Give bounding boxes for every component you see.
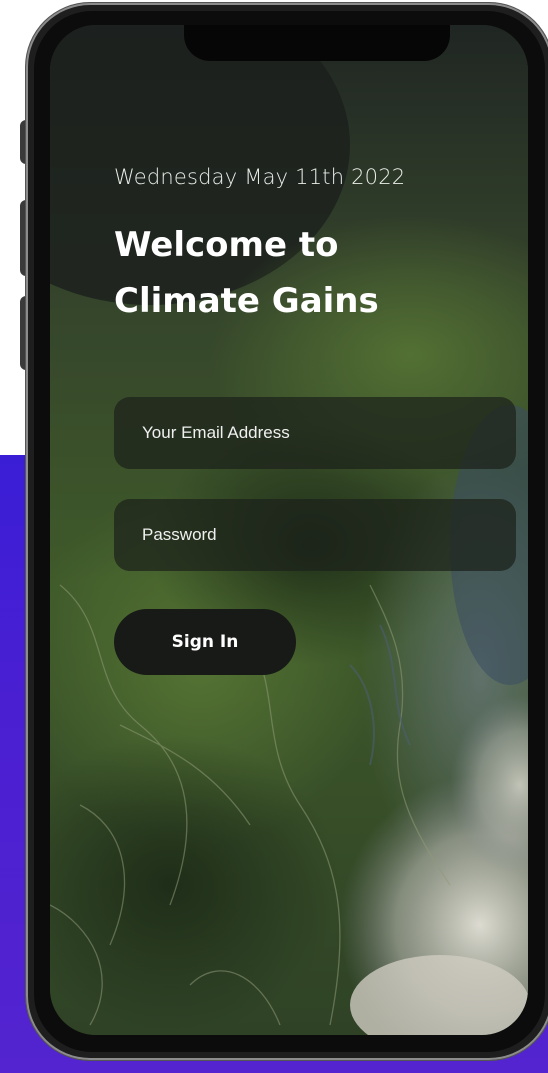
email-placeholder: Your Email Address bbox=[142, 423, 290, 442]
password-field[interactable]: Password bbox=[114, 499, 516, 571]
sign-in-button[interactable]: Sign In bbox=[114, 609, 296, 675]
phone-frame: Wednesday May 11th 2022 Welcome to Clima… bbox=[26, 3, 548, 1060]
date-label: Wednesday May 11th 2022 bbox=[114, 165, 406, 189]
password-placeholder: Password bbox=[142, 525, 217, 544]
phone-screen: Wednesday May 11th 2022 Welcome to Clima… bbox=[50, 25, 528, 1035]
camera-notch bbox=[184, 25, 450, 61]
email-field[interactable]: Your Email Address bbox=[114, 397, 516, 469]
page-title: Welcome to Climate Gains bbox=[114, 217, 474, 329]
title-line-1: Welcome to bbox=[114, 225, 339, 265]
stage: Wednesday May 11th 2022 Welcome to Clima… bbox=[0, 0, 548, 1073]
title-line-2: Climate Gains bbox=[114, 281, 379, 321]
